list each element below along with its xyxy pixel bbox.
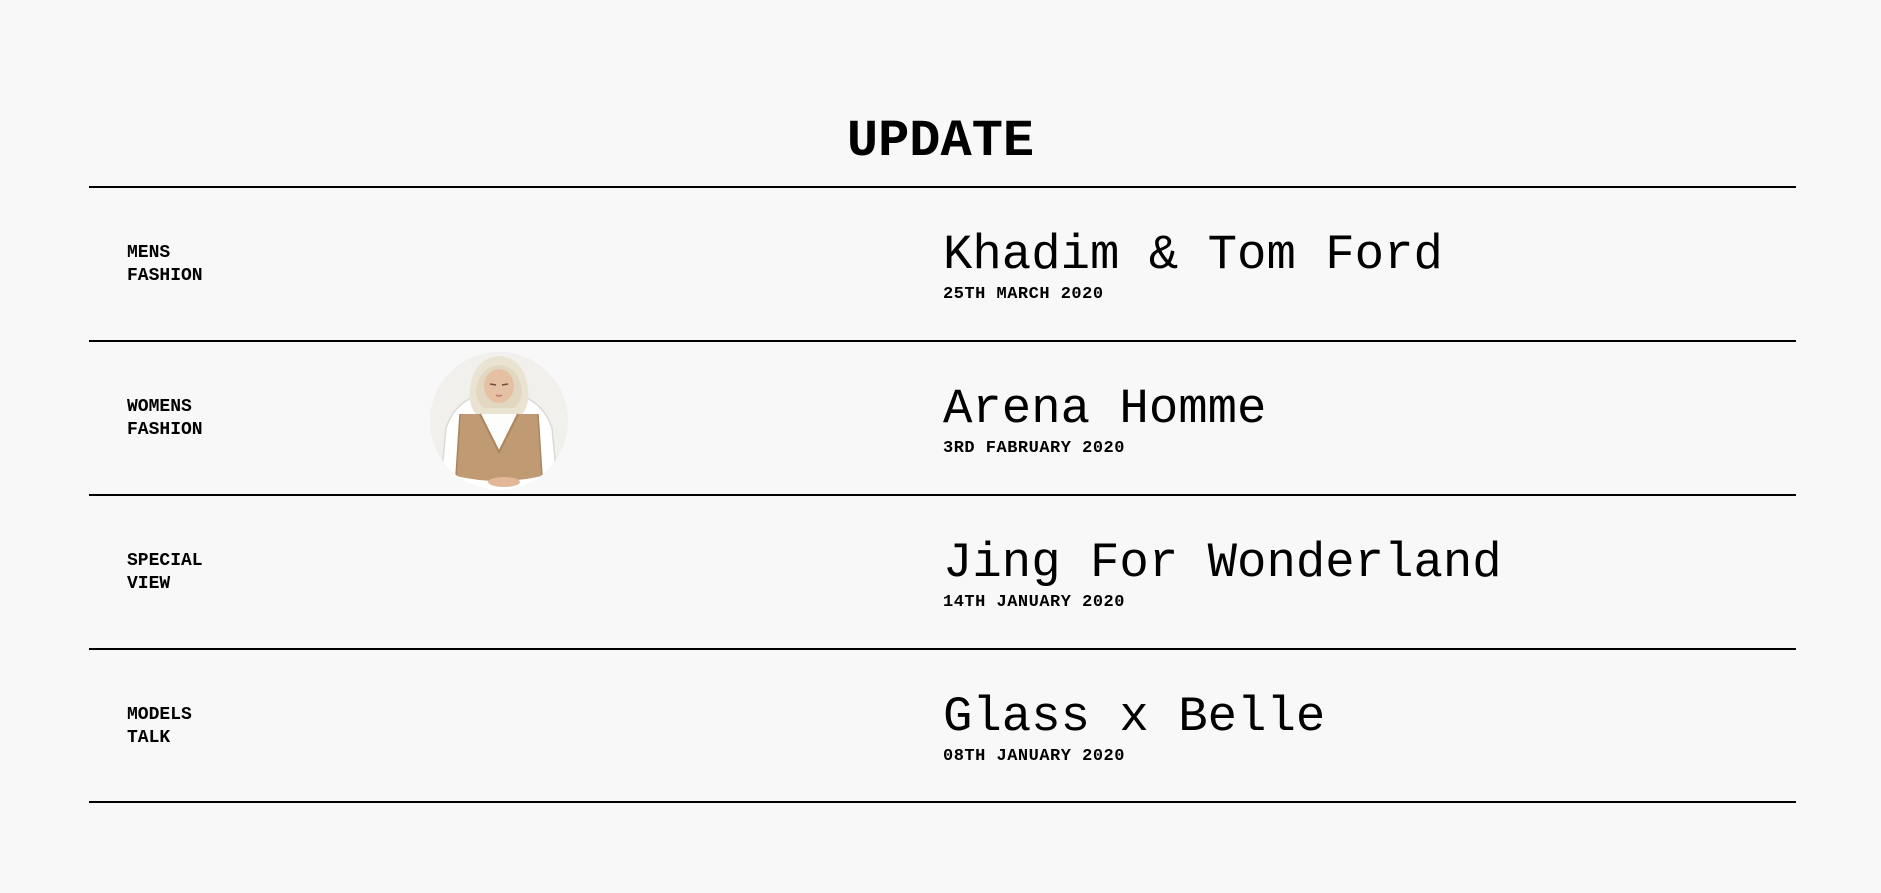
category-label: SPECIAL VIEW bbox=[127, 551, 203, 594]
page-title: UPDATE bbox=[846, 111, 1035, 171]
category-label: WOMENS FASHION bbox=[127, 397, 203, 440]
list-item[interactable]: WOMENS FASHION Arena Homme 3RD FABRUARY … bbox=[89, 340, 1796, 494]
list-item[interactable]: MENS FASHION Khadim & Tom Ford 25TH MARC… bbox=[89, 186, 1796, 340]
list-item[interactable]: MODELS TALK Glass x Belle 08TH JANUARY 2… bbox=[89, 648, 1796, 803]
article-title[interactable]: Jing For Wonderland bbox=[943, 534, 1502, 592]
page: UPDATE MENS FASHION Khadim & Tom Ford 25… bbox=[0, 0, 1881, 893]
article-title[interactable]: Khadim & Tom Ford bbox=[943, 226, 1443, 284]
article-title[interactable]: Arena Homme bbox=[943, 380, 1266, 438]
hijab-model-photo-icon bbox=[430, 352, 568, 490]
article-date: 25TH MARCH 2020 bbox=[943, 285, 1104, 304]
article-title[interactable]: Glass x Belle bbox=[943, 688, 1325, 746]
update-list: MENS FASHION Khadim & Tom Ford 25TH MARC… bbox=[89, 186, 1796, 803]
article-thumbnail bbox=[430, 352, 568, 490]
article-date: 3RD FABRUARY 2020 bbox=[943, 439, 1125, 458]
list-item[interactable]: SPECIAL VIEW Jing For Wonderland 14TH JA… bbox=[89, 494, 1796, 648]
category-label: MENS FASHION bbox=[127, 243, 203, 286]
article-date: 08TH JANUARY 2020 bbox=[943, 747, 1125, 766]
article-date: 14TH JANUARY 2020 bbox=[943, 593, 1125, 612]
category-label: MODELS TALK bbox=[127, 705, 192, 748]
